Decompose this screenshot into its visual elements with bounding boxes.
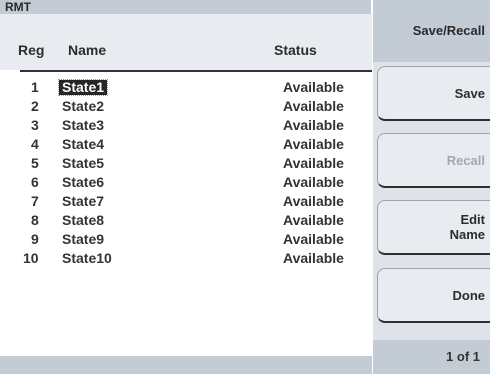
state-list-panel: RMT Reg Name Status 1 State1 Available 2… (0, 0, 373, 374)
table-row[interactable]: 9 State9 Available (0, 230, 372, 249)
table-row[interactable]: 8 State8 Available (0, 211, 372, 230)
table-row[interactable]: 1 State1 Available (0, 78, 372, 97)
save-label: Save (454, 85, 485, 101)
state-name: State7 (62, 193, 105, 209)
page-indicator: 1 of 1 (373, 340, 490, 374)
status-bar (0, 356, 372, 374)
status-text: Available (283, 98, 344, 114)
table-row[interactable]: 10 State10 Available (0, 249, 372, 268)
title-label: RMT (5, 0, 31, 14)
save-button[interactable]: Save (377, 66, 490, 121)
state-name-selected[interactable]: State1 (57, 79, 109, 96)
status-text: Available (283, 117, 344, 133)
table-row[interactable]: 7 State7 Available (0, 192, 372, 211)
reg-number: 9 (31, 231, 39, 247)
table-header: Reg Name Status (0, 14, 372, 70)
status-text: Available (283, 155, 344, 171)
recall-label: Recall (446, 152, 485, 168)
header-status: Status (274, 42, 317, 58)
table-row[interactable]: 2 State2 Available (0, 97, 372, 116)
state-name: State4 (62, 136, 105, 152)
table-row[interactable]: 5 State5 Available (0, 154, 372, 173)
done-button[interactable]: Done (377, 268, 490, 323)
status-text: Available (283, 136, 344, 152)
status-text: Available (283, 193, 344, 209)
status-text: Available (283, 174, 344, 190)
reg-number: 3 (31, 117, 39, 133)
reg-number: 4 (31, 136, 39, 152)
softkey-panel: Save/Recall Save Recall Edit Name Done 1… (373, 0, 490, 374)
state-name: State2 (62, 98, 105, 114)
done-label: Done (452, 287, 486, 303)
header-divider (20, 70, 372, 72)
table-row[interactable]: 4 State4 Available (0, 135, 372, 154)
reg-number: 7 (31, 193, 39, 209)
table-row[interactable]: 3 State3 Available (0, 116, 372, 135)
status-text: Available (283, 250, 344, 266)
recall-button[interactable]: Recall (377, 133, 490, 188)
reg-number: 6 (31, 174, 39, 190)
header-name: Name (68, 42, 107, 58)
edit-name-button[interactable]: Edit Name (377, 200, 490, 255)
state-name: State3 (62, 117, 105, 133)
reg-number: 8 (31, 212, 39, 228)
status-text: Available (283, 231, 344, 247)
title-bar: RMT (0, 0, 371, 14)
state-name: State6 (62, 174, 105, 190)
reg-number: 1 (31, 79, 39, 95)
edit-label-line2: Name (449, 227, 485, 242)
state-name: State9 (62, 231, 105, 247)
reg-number: 10 (23, 250, 39, 266)
edit-label-line1: Edit (460, 212, 485, 227)
menu-title: Save/Recall (373, 0, 490, 62)
state-name: State5 (62, 155, 105, 171)
status-text: Available (283, 212, 344, 228)
reg-number: 5 (31, 155, 39, 171)
header-reg: Reg (18, 42, 45, 58)
table-row[interactable]: 6 State6 Available (0, 173, 372, 192)
status-text: Available (283, 79, 344, 95)
state-name: State10 (62, 250, 112, 266)
reg-number: 2 (31, 98, 39, 114)
state-name: State8 (62, 212, 105, 228)
